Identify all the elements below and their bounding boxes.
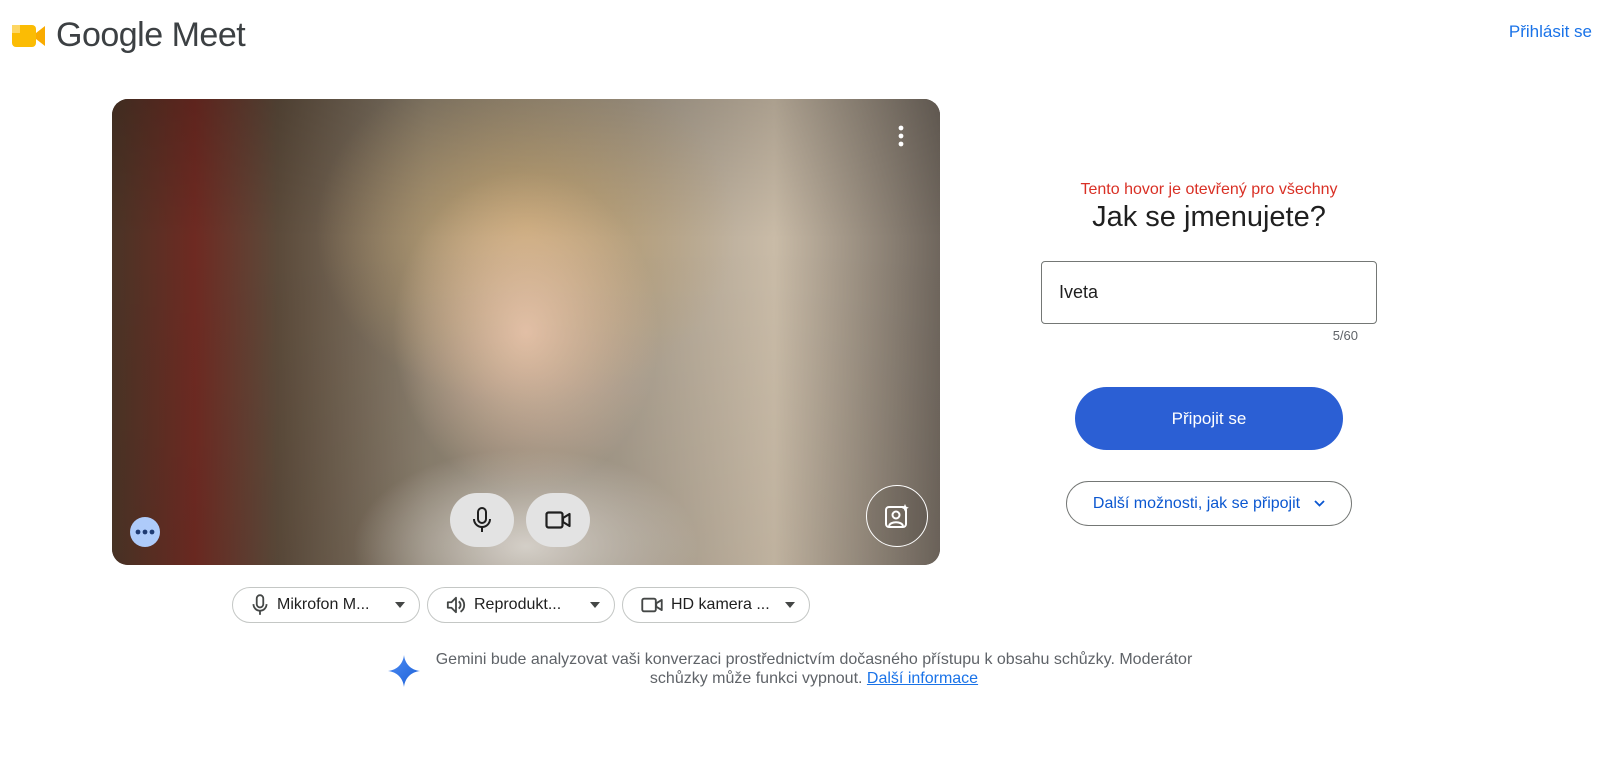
camera-preview <box>112 99 940 565</box>
more-horiz-icon <box>135 529 155 535</box>
app-name: Google Meet <box>56 16 246 54</box>
more-vert-icon <box>898 125 904 147</box>
microphone-icon <box>473 507 491 532</box>
gemini-notice-text: Gemini bude analyzovat vaši konverzaci p… <box>435 651 1193 687</box>
speaker-icon <box>446 596 466 614</box>
sign-in-link[interactable]: Přihlásit se <box>1509 22 1592 42</box>
microphone-toggle-button[interactable] <box>450 493 514 547</box>
video-camera-icon <box>641 597 663 613</box>
learn-more-link[interactable]: Další informace <box>867 670 978 687</box>
speaker-select-label: Reprodukt... <box>474 596 562 613</box>
visual-effects-button[interactable] <box>866 485 928 547</box>
camera-toggle-button[interactable] <box>526 493 590 547</box>
portrait-sparkle-icon <box>885 504 909 528</box>
chevron-down-icon <box>1314 500 1325 507</box>
name-input[interactable] <box>1041 261 1377 324</box>
top-bar: Google Meet Přihlásit se <box>0 0 1600 70</box>
audio-indicator-button[interactable] <box>130 517 160 547</box>
microphone-select[interactable]: Mikrofon M... <box>232 587 420 623</box>
join-button[interactable]: Připojit se <box>1075 387 1343 450</box>
device-selectors: Mikrofon M... Reprodukt... HD kamera ... <box>232 587 810 623</box>
join-panel: Tento hovor je otevřený pro všechny Jak … <box>1040 178 1378 234</box>
dropdown-arrow-icon <box>395 602 405 608</box>
other-join-options-button[interactable]: Další možnosti, jak se připojit <box>1066 481 1352 526</box>
gemini-notice: Gemini bude analyzovat vaši konverzaci p… <box>386 650 1196 694</box>
character-counter: 5/60 <box>1332 328 1358 343</box>
meet-camera-logo-icon <box>12 22 46 50</box>
other-join-options-label: Další možnosti, jak se připojit <box>1092 494 1301 512</box>
microphone-icon <box>252 594 268 615</box>
video-camera-icon <box>545 511 571 529</box>
speaker-select[interactable]: Reprodukt... <box>427 587 615 623</box>
microphone-select-label: Mikrofon M... <box>277 596 370 613</box>
name-prompt-title: Jak se jmenujete? <box>1092 201 1326 233</box>
camera-select-label: HD kamera ... <box>671 596 770 613</box>
gemini-sparkle-icon <box>388 655 420 687</box>
google-meet-logo[interactable]: Google Meet <box>12 16 246 55</box>
dropdown-arrow-icon <box>590 602 600 608</box>
camera-select[interactable]: HD kamera ... <box>622 587 810 623</box>
more-options-button[interactable] <box>886 121 916 151</box>
open-call-notice: Tento hovor je otevřený pro všechny <box>1080 181 1338 198</box>
dropdown-arrow-icon <box>785 602 795 608</box>
